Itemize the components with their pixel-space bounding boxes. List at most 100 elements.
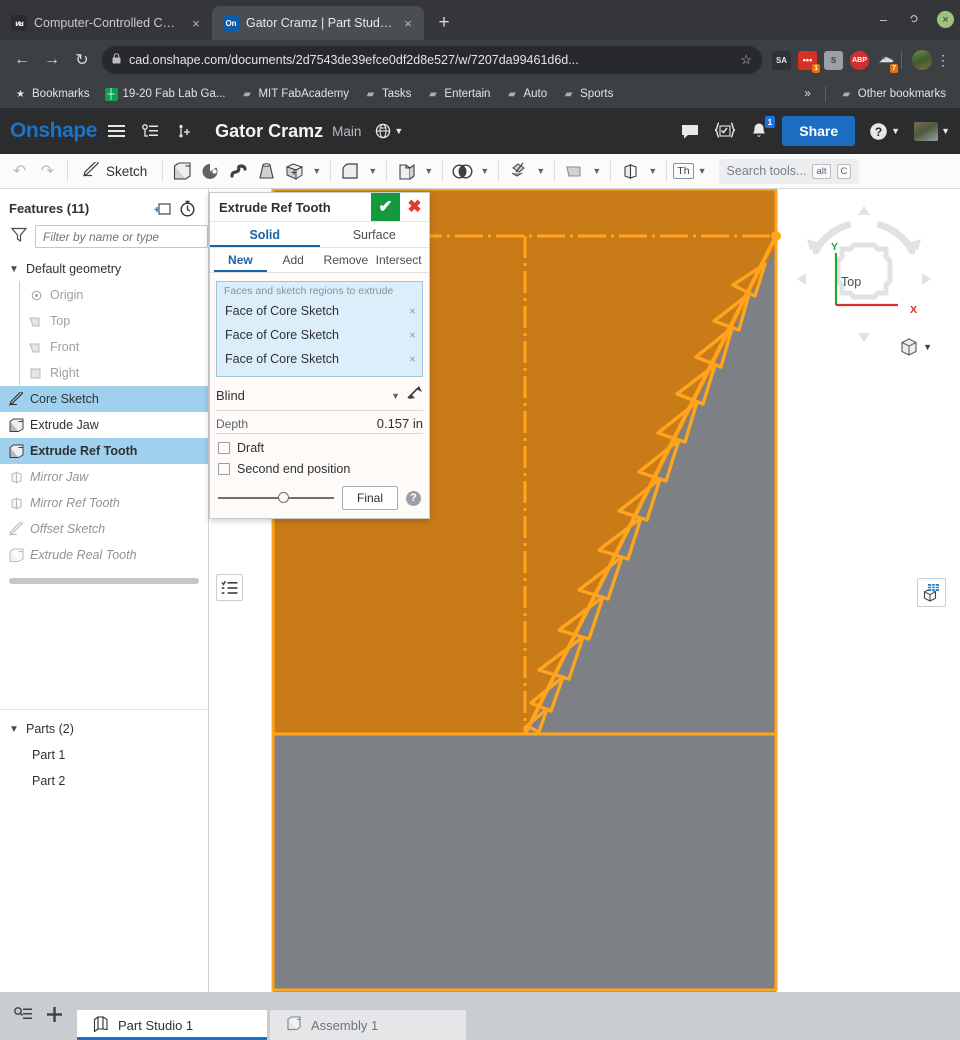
thicken-icon[interactable] — [281, 158, 308, 185]
browser-tab-0[interactable]: ᴎᴚ Computer-Controlled Cutting × — [0, 6, 212, 40]
plane-icon[interactable] — [561, 158, 588, 185]
bookmark-entertain[interactable]: ▰ Entertain — [420, 86, 496, 103]
bookmark-auto[interactable]: ▰ Auto — [499, 86, 553, 103]
tab-surface[interactable]: Surface — [320, 222, 430, 247]
sketch-vertex-point[interactable] — [771, 231, 781, 241]
address-bar[interactable]: cad.onshape.com/documents/2d7543de39efce… — [102, 46, 762, 74]
bookmark-fablab-gantt[interactable]: ┼ 19-20 Fab Lab Ga... — [99, 86, 232, 103]
chevron-down-icon[interactable]: ▼ — [8, 264, 20, 275]
featurescript-icon[interactable] — [714, 122, 736, 140]
tab-remove[interactable]: Remove — [320, 248, 373, 272]
parts-header[interactable]: ▼ Parts (2) — [0, 716, 208, 742]
selection-list[interactable]: Faces and sketch regions to extrude Face… — [216, 281, 423, 377]
bookmarks-item[interactable]: ★ Bookmarks — [8, 86, 96, 103]
search-tools-input[interactable]: Search tools... alt C — [718, 158, 860, 184]
sketch-button[interactable]: Sketch — [74, 158, 156, 185]
boolean-icon[interactable] — [449, 158, 476, 185]
tree-item-core-sketch[interactable]: Core Sketch — [0, 386, 208, 412]
display-state-button[interactable] — [917, 578, 946, 607]
selection-item[interactable]: Face of Core Sketch × — [217, 371, 422, 376]
notifications-icon[interactable]: 1 — [750, 116, 776, 140]
add-tab-icon[interactable] — [46, 1006, 63, 1028]
globe-icon[interactable]: ▼ — [375, 123, 403, 139]
tab-new[interactable]: New — [214, 248, 267, 272]
tree-group-default-geometry[interactable]: ▼ Default geometry — [0, 256, 208, 282]
tab-manager-icon[interactable] — [14, 1007, 32, 1027]
selection-item[interactable]: Face of Core Sketch × — [217, 299, 422, 323]
chevron-down-icon[interactable]: ▼ — [309, 166, 324, 176]
close-tab-icon[interactable]: × — [400, 16, 416, 31]
close-window-icon[interactable]: × — [937, 11, 954, 28]
extrude-icon[interactable] — [169, 158, 196, 185]
filter-input[interactable] — [35, 225, 208, 248]
chevron-down-icon[interactable]: ▼ — [695, 166, 710, 176]
undo-icon[interactable]: ↶ — [6, 158, 33, 185]
red-notes-extension-icon[interactable]: ••• 1 — [798, 50, 820, 73]
view-cube-widget[interactable]: Top Y X ▼ — [790, 201, 938, 361]
profile-avatar[interactable] — [912, 50, 932, 70]
tree-item-extrude-real-tooth[interactable]: Extrude Real Tooth — [0, 542, 208, 568]
close-tab-icon[interactable]: × — [188, 16, 204, 31]
second-end-checkbox[interactable] — [218, 463, 230, 475]
browser-tab-1[interactable]: On Gator Cramz | Part Studio 1 × — [212, 6, 424, 40]
filter-icon[interactable] — [10, 227, 28, 247]
remove-selection-icon[interactable]: × — [409, 352, 416, 366]
tab-intersect[interactable]: Intersect — [372, 248, 425, 272]
tree-item-origin[interactable]: Origin — [0, 281, 208, 309]
maximize-icon[interactable] — [906, 11, 923, 28]
reload-icon[interactable]: ↻ — [68, 46, 96, 74]
depth-field[interactable]: Depth 0.157 in — [216, 416, 423, 434]
other-bookmarks-folder[interactable]: ▰ Other bookmarks — [834, 86, 952, 103]
rollback-timer-icon[interactable] — [175, 200, 199, 217]
horizontal-scrollbar[interactable] — [9, 578, 199, 584]
chevron-down-icon[interactable]: ▼ — [421, 166, 436, 176]
part-item-1[interactable]: Part 1 — [0, 742, 208, 768]
chrome-menu-icon[interactable]: ⋮ — [934, 52, 952, 69]
tree-item-extrude-jaw[interactable]: Extrude Jaw — [0, 412, 208, 438]
tab-assembly-1[interactable]: Assembly 1 — [270, 1010, 466, 1040]
part-item-2[interactable]: Part 2 — [0, 768, 208, 794]
help-icon[interactable]: ? — [406, 490, 421, 506]
forward-icon[interactable]: → — [38, 46, 66, 74]
versions-icon[interactable] — [135, 116, 165, 146]
chevron-down-icon[interactable]: ▼ — [645, 166, 660, 176]
depth-value[interactable]: 0.157 in — [377, 416, 423, 431]
menu-icon[interactable] — [101, 116, 131, 146]
chevron-down-icon[interactable]: ▼ — [477, 166, 492, 176]
tree-item-mirror-ref-tooth[interactable]: Mirror Ref Tooth — [0, 490, 208, 516]
shoe-extension-icon[interactable]: 7 — [876, 51, 898, 73]
chevron-down-icon[interactable]: ▼ — [8, 724, 20, 735]
chevron-down-icon[interactable]: ▼ — [391, 391, 406, 401]
tree-item-extrude-ref-tooth[interactable]: Extrude Ref Tooth — [0, 438, 208, 464]
dimension-list-button[interactable] — [216, 574, 243, 601]
adblock-plus-extension-icon[interactable]: ABP — [850, 50, 869, 70]
tree-item-front-plane[interactable]: Front — [0, 333, 208, 361]
second-end-checkbox-row[interactable]: Second end position — [218, 462, 423, 476]
accept-button[interactable]: ✔ — [371, 193, 400, 221]
new-tab-button[interactable]: + — [430, 9, 458, 37]
draft-checkbox-row[interactable]: Draft — [218, 441, 423, 455]
tab-part-studio-1[interactable]: Part Studio 1 — [77, 1010, 267, 1040]
s-extension-icon[interactable]: S — [824, 50, 843, 70]
minimize-icon[interactable]: – — [875, 11, 892, 28]
selection-item[interactable]: Face of Core Sketch × — [217, 347, 422, 371]
tree-item-offset-sketch[interactable]: Offset Sketch — [0, 516, 208, 542]
tab-solid[interactable]: Solid — [210, 222, 320, 247]
rollback-slider[interactable] — [218, 491, 334, 505]
draft-checkbox[interactable] — [218, 442, 230, 454]
flip-direction-icon[interactable] — [406, 385, 423, 406]
branch-label[interactable]: Main — [332, 124, 361, 139]
bookmarks-overflow-button[interactable]: » — [798, 86, 816, 102]
shell-icon[interactable] — [393, 158, 420, 185]
remove-selection-icon[interactable]: × — [409, 304, 416, 318]
redo-icon[interactable]: ↷ — [34, 158, 61, 185]
chevron-down-icon[interactable]: ▼ — [365, 166, 380, 176]
cancel-button[interactable]: ✖ — [400, 193, 429, 221]
loft-icon[interactable] — [253, 158, 280, 185]
chevron-down-icon[interactable]: ▼ — [533, 166, 548, 176]
final-button[interactable]: Final — [341, 486, 398, 510]
bookmark-star-icon[interactable]: ☆ — [740, 52, 752, 68]
revolve-icon[interactable] — [197, 158, 224, 185]
tree-item-top-plane[interactable]: Top — [0, 307, 208, 335]
tab-add[interactable]: Add — [267, 248, 320, 272]
